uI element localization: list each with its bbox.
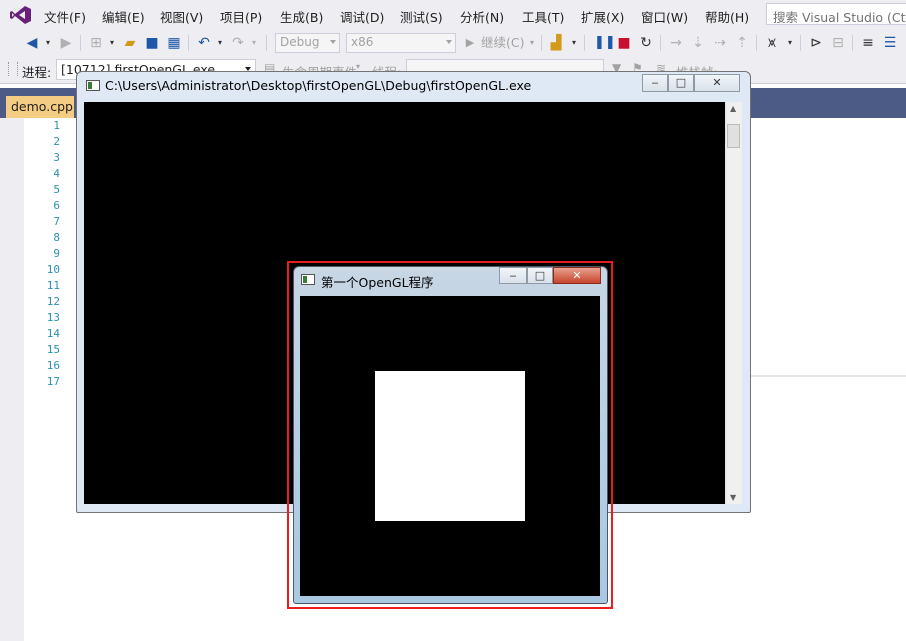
- line-number: 2: [53, 135, 60, 148]
- toolbar-separator: [584, 35, 585, 51]
- console-title: C:\Users\Administrator\Desktop\firstOpen…: [105, 78, 532, 93]
- highlight-box: [287, 261, 613, 609]
- menu-project[interactable]: 项目(P): [220, 7, 262, 26]
- back-icon[interactable]: ◀: [24, 34, 40, 52]
- menu-bar: 文件(F) 编辑(E) 视图(V) 项目(P) 生成(B) 调试(D) 测试(S…: [0, 0, 906, 30]
- toolbar-separator: [266, 35, 267, 51]
- solution-config-value: Debug: [280, 35, 320, 49]
- close-button[interactable]: ✕: [694, 74, 740, 92]
- current-line-indicator: [740, 375, 906, 377]
- line-number: 1: [53, 119, 60, 132]
- diagnostics-dropdown-icon[interactable]: ▾: [786, 34, 794, 52]
- restart-icon[interactable]: ↻: [638, 34, 654, 52]
- menu-tools[interactable]: 工具(T): [522, 7, 564, 26]
- lifecycle-dropdown-icon[interactable]: ▾: [356, 62, 360, 71]
- line-number: 10: [46, 263, 60, 276]
- menu-edit[interactable]: 编辑(E): [102, 7, 145, 26]
- step-into-icon[interactable]: ⇣: [690, 34, 706, 52]
- console-scrollbar[interactable]: ▲ ▼: [725, 102, 742, 504]
- forward-icon[interactable]: ▶: [58, 34, 74, 52]
- continue-button[interactable]: 继续(C): [481, 34, 531, 52]
- menu-window[interactable]: 窗口(W): [641, 7, 688, 26]
- maximize-button[interactable]: □: [668, 74, 694, 92]
- line-number: 5: [53, 183, 60, 196]
- menu-build[interactable]: 生成(B): [280, 7, 323, 26]
- line-number: 16: [46, 359, 60, 372]
- console-app-icon: [86, 80, 100, 91]
- toolbar-separator: [800, 35, 801, 51]
- hot-reload-dropdown-icon[interactable]: ▾: [570, 34, 578, 52]
- break-all-icon[interactable]: ❚❚: [594, 34, 616, 52]
- line-number: 3: [53, 151, 60, 164]
- save-all-icon[interactable]: ▦: [166, 34, 182, 52]
- toolbar-separator: [660, 35, 661, 51]
- undo-icon[interactable]: ↶: [196, 34, 212, 52]
- toolbar-separator: [541, 35, 542, 51]
- line-number: 13: [46, 311, 60, 324]
- line-number: 14: [46, 327, 60, 340]
- scroll-up-icon[interactable]: ▲: [730, 104, 736, 113]
- show-next-statement-icon[interactable]: →: [668, 34, 684, 52]
- line-number: 15: [46, 343, 60, 356]
- back-dropdown-icon[interactable]: ▾: [44, 34, 52, 52]
- save-icon[interactable]: ■: [144, 34, 160, 52]
- stop-debugging-icon[interactable]: ■: [616, 34, 632, 52]
- menu-debug[interactable]: 调试(D): [340, 7, 384, 26]
- line-number: 17: [46, 375, 60, 388]
- redo-dropdown-icon[interactable]: ▾: [250, 34, 258, 52]
- toolbar-separator: [188, 35, 189, 51]
- step-out-icon[interactable]: ⇡: [734, 34, 750, 52]
- undo-dropdown-icon[interactable]: ▾: [216, 34, 224, 52]
- line-number: 6: [53, 199, 60, 212]
- process-label: 进程:: [22, 65, 52, 80]
- continue-dropdown-icon[interactable]: ▾: [528, 34, 536, 52]
- platform-value: x86: [351, 35, 374, 49]
- menu-extensions[interactable]: 扩展(X): [581, 7, 624, 26]
- platform-select[interactable]: x86: [346, 33, 456, 53]
- line-number: 7: [53, 215, 60, 228]
- console-scroll-thumb[interactable]: [727, 124, 740, 148]
- new-dropdown-icon[interactable]: ▾: [108, 34, 116, 52]
- solution-config-select[interactable]: Debug: [275, 33, 340, 53]
- search-input[interactable]: 搜索 Visual Studio (Ctrl+Q): [766, 3, 906, 25]
- line-number: 12: [46, 295, 60, 308]
- toggle-breakpoint-icon[interactable]: ⊳: [808, 34, 824, 52]
- line-number: 4: [53, 167, 60, 180]
- tab-demo-cpp[interactable]: demo.cpp: [6, 96, 74, 118]
- line-number: 8: [53, 231, 60, 244]
- line-number: 11: [46, 279, 60, 292]
- menu-test[interactable]: 测试(S): [400, 7, 443, 26]
- redo-icon[interactable]: ↷: [230, 34, 246, 52]
- menu-file[interactable]: 文件(F): [44, 7, 86, 26]
- visual-studio-logo-icon[interactable]: [10, 5, 32, 25]
- minimize-button[interactable]: ‒: [642, 74, 668, 92]
- menu-analyze[interactable]: 分析(N): [460, 7, 504, 26]
- comment-icon[interactable]: ☰: [882, 34, 898, 52]
- indent-icon[interactable]: ≡: [860, 34, 876, 52]
- continue-icon[interactable]: ▶: [464, 34, 476, 52]
- toolbar-separator: [80, 35, 81, 51]
- line-number: 9: [53, 247, 60, 260]
- editor-gutter: [0, 118, 24, 641]
- diagnostics-icon[interactable]: ⩙: [764, 34, 780, 52]
- bookmark-icon[interactable]: ⊟: [830, 34, 846, 52]
- grip-icon[interactable]: [8, 62, 18, 76]
- scroll-down-icon[interactable]: ▼: [730, 493, 736, 502]
- open-folder-icon[interactable]: ▰: [122, 34, 138, 52]
- standard-toolbar: ◀ ▾ ▶ ⊞ ▾ ▰ ■ ▦ ↶ ▾ ↷ ▾ Debug x86 ▶ 继续(C…: [0, 30, 906, 56]
- toolbar-separator: [852, 35, 853, 51]
- menu-help[interactable]: 帮助(H): [705, 7, 749, 26]
- toolbar-separator: [756, 35, 757, 51]
- step-over-icon[interactable]: ⇢: [712, 34, 728, 52]
- hot-reload-icon[interactable]: ▟: [548, 34, 564, 52]
- new-project-icon[interactable]: ⊞: [88, 34, 104, 52]
- menu-view[interactable]: 视图(V): [160, 7, 203, 26]
